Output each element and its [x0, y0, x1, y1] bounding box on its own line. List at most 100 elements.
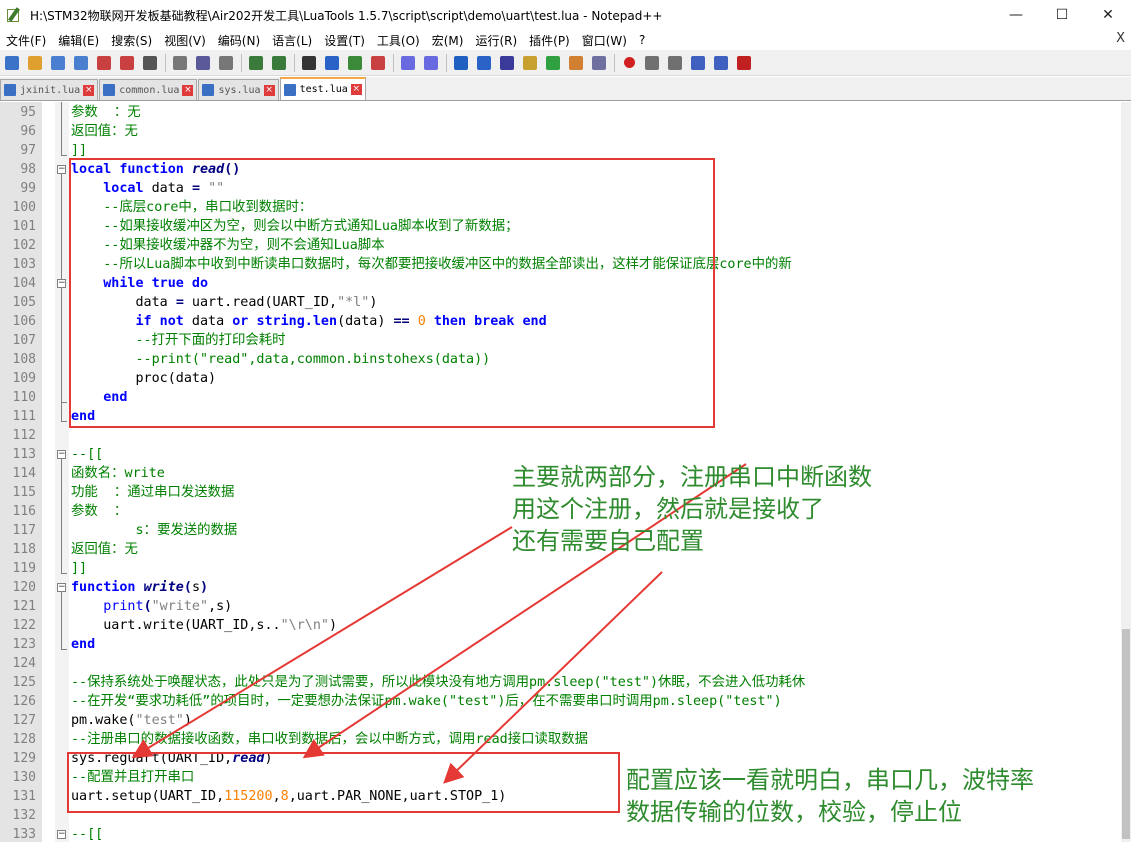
code-line[interactable]: 119]] [0, 559, 1131, 578]
code-line[interactable]: 120 function write(s) [0, 578, 1131, 597]
fold-toggle-icon[interactable]: − [57, 830, 66, 839]
sync-v-icon[interactable] [398, 53, 418, 73]
stop-macro-icon[interactable] [642, 53, 662, 73]
tab-sys-lua[interactable]: sys.lua × [198, 79, 279, 100]
save-icon[interactable] [48, 53, 68, 73]
menu-item[interactable]: 文件(F) [0, 32, 52, 49]
title-bar: H:\STM32物联网开发板基础教程\Air202开发工具\LuaTools 1… [0, 0, 1131, 30]
fold-toggle-icon[interactable]: − [57, 583, 66, 592]
scrollbar-thumb[interactable] [1122, 629, 1130, 839]
tab-common-lua[interactable]: common.lua × [99, 79, 198, 100]
code-line[interactable]: 126 --在开发“要求功耗低”的项目时，一定要想办法保证pm.wake("tes… [0, 692, 1131, 711]
code-line[interactable]: 122 uart.write(UART_ID,s.."\r\n") [0, 616, 1131, 635]
record-macro-icon[interactable] [619, 53, 639, 73]
save-all-icon[interactable] [71, 53, 91, 73]
tab-test-lua[interactable]: test.lua × [279, 77, 366, 100]
monitor-glyph [592, 55, 606, 70]
run-macro-multiple-icon[interactable] [688, 53, 708, 73]
menu-item[interactable]: 搜索(S) [105, 32, 158, 49]
paste-icon[interactable] [216, 53, 236, 73]
line-number: 106 [12, 314, 36, 329]
menu-item[interactable]: 插件(P) [523, 32, 576, 49]
annotation-note-main: 主要就两部分，注册串口中断函数 用这个注册，然后就是接收了 还有需要自己配置 [512, 461, 872, 557]
code-line[interactable]: 125 --保持系统处于唤醒状态，此处只是为了测试需要，所以此模块没有地方调用pm… [0, 673, 1131, 692]
print-icon[interactable] [140, 53, 160, 73]
maximize-button[interactable]: ☐ [1039, 0, 1085, 30]
folder-workspace-glyph [569, 55, 583, 70]
code-token: --在开发“要求功耗低”的项目时，一定要想办法保证pm.wake("test")… [71, 694, 782, 709]
save-macro-glyph [714, 55, 728, 70]
menu-item[interactable]: 编辑(E) [52, 32, 105, 49]
spell-check-icon[interactable] [734, 53, 754, 73]
vertical-scrollbar[interactable] [1121, 102, 1131, 842]
line-number: 95 [20, 105, 36, 120]
zoom-in-icon[interactable] [345, 53, 365, 73]
tab-label: test.lua [299, 84, 348, 95]
code-line[interactable]: 112 [0, 426, 1131, 445]
close-all-icon[interactable] [117, 53, 137, 73]
save-macro-icon[interactable] [711, 53, 731, 73]
fold-toggle-icon[interactable]: − [57, 450, 66, 459]
tab-jxinit-lua[interactable]: jxinit.lua × [0, 79, 99, 100]
monitor-icon[interactable] [589, 53, 609, 73]
play-macro-icon[interactable] [665, 53, 685, 73]
doc-map-icon[interactable] [520, 53, 540, 73]
menu-item[interactable]: 工具(O) [371, 32, 426, 49]
close-document-button[interactable]: X [1116, 31, 1125, 46]
menu-item[interactable]: 编码(N) [212, 32, 266, 49]
code-text: s：要发送的数据 [71, 521, 237, 540]
open-file-icon[interactable] [25, 53, 45, 73]
code-line[interactable]: 127 pm.wake("test") [0, 711, 1131, 730]
menu-item[interactable]: 运行(R) [469, 32, 523, 49]
menu-item[interactable]: 宏(M) [426, 32, 470, 49]
code-token: --[[ [71, 827, 104, 842]
word-wrap-icon[interactable] [451, 53, 471, 73]
sync-h-icon[interactable] [421, 53, 441, 73]
fold-toggle-icon[interactable]: − [57, 279, 66, 288]
line-number: 125 [12, 675, 36, 690]
zoom-out-icon[interactable] [368, 53, 388, 73]
close-window-button[interactable]: ✕ [1085, 0, 1131, 30]
show-all-chars-icon[interactable] [474, 53, 494, 73]
code-token: "\r\n" [280, 618, 329, 633]
undo-icon[interactable] [246, 53, 266, 73]
line-number: 126 [12, 694, 36, 709]
menu-item[interactable]: 视图(V) [158, 32, 212, 49]
function-list-icon[interactable] [543, 53, 563, 73]
new-file-icon[interactable] [2, 53, 22, 73]
undo-glyph [249, 55, 263, 70]
redo-icon[interactable] [269, 53, 289, 73]
code-line[interactable]: 96 返回值：无 [0, 122, 1131, 141]
minimize-button[interactable]: — [993, 0, 1039, 30]
menu-item[interactable]: ? [633, 33, 651, 47]
code-line[interactable]: 95 参数 ：无 [0, 103, 1131, 122]
find-icon[interactable] [299, 53, 319, 73]
close-tab-icon[interactable]: × [83, 84, 95, 96]
code-line[interactable]: 128 --注册串口的数据接收函数，串口收到数据后，会以中断方式，调用read接口… [0, 730, 1131, 749]
tab-label: jxinit.lua [20, 84, 81, 96]
close-icon[interactable] [94, 53, 114, 73]
menu-item[interactable]: 设置(T) [318, 32, 371, 49]
fold-toggle-icon[interactable]: − [57, 165, 66, 174]
code-line[interactable]: 121 print("write",s) [0, 597, 1131, 616]
fold-guide [61, 102, 62, 155]
indent-guide-icon[interactable] [497, 53, 517, 73]
copy-icon[interactable] [193, 53, 213, 73]
code-text: ]] [71, 559, 87, 578]
menu-item[interactable]: 窗口(W) [576, 32, 633, 49]
line-number: 114 [12, 466, 36, 481]
menu-item[interactable]: 语言(L) [266, 32, 318, 49]
cut-icon[interactable] [170, 53, 190, 73]
folder-workspace-icon[interactable] [566, 53, 586, 73]
save-all-glyph [74, 55, 88, 70]
replace-icon[interactable] [322, 53, 342, 73]
close-tab-icon[interactable]: × [182, 84, 194, 96]
notepad-plus-plus-icon [6, 7, 22, 23]
code-line[interactable]: 124 [0, 654, 1131, 673]
close-tab-icon[interactable]: × [350, 84, 362, 95]
line-number: 122 [12, 618, 36, 633]
fold-end-marker [61, 421, 67, 422]
close-tab-icon[interactable]: × [263, 84, 275, 96]
code-line[interactable]: 123 end [0, 635, 1131, 654]
line-number: 109 [12, 371, 36, 386]
